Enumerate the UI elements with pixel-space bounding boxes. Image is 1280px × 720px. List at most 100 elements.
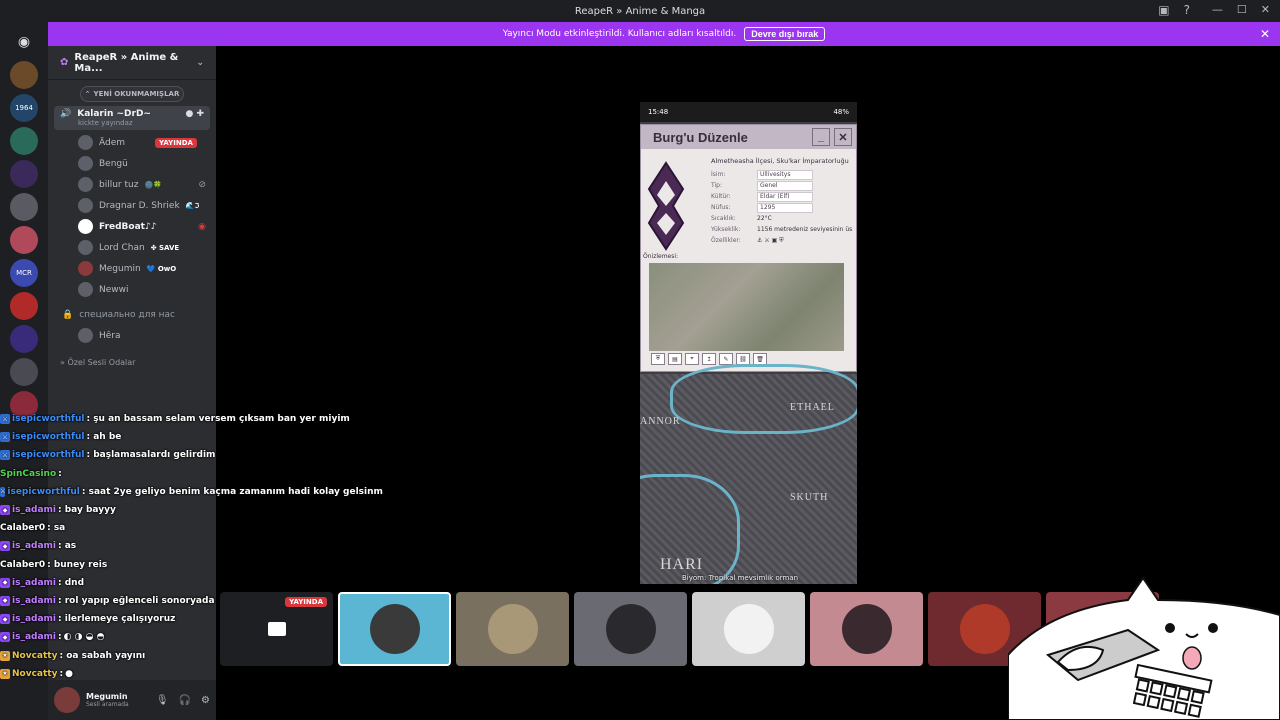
banner-message: Yayıncı Modu etkinleştirildi. Kullanıcı …: [502, 29, 737, 39]
burg-location: Almetheasha İlçesi, Sku'kar İmparatorluğ…: [711, 157, 849, 165]
phone-battery: 48%: [833, 108, 849, 116]
new-unreads-pill[interactable]: ⌃ YENİ OKUNMAMIŞLAR: [80, 86, 184, 102]
minimize-dialog-button[interactable]: _: [812, 128, 830, 146]
server-icon[interactable]: [10, 325, 38, 353]
fantasy-map[interactable]: ANNOR ETHAEL SKUTH HARI Biyom: Tropikal …: [640, 364, 857, 584]
chat-message: SpinCasino:: [0, 465, 380, 483]
chat-text: :: [58, 468, 62, 479]
pin-icon[interactable]: ↥: [702, 353, 716, 365]
close-window-button[interactable]: ✕: [1261, 3, 1270, 16]
new-unreads-label: YENİ OKUNMAMIŞLAR: [93, 90, 180, 98]
biome-caption: Biyom: Tropikal mevsimlik orman: [682, 574, 799, 582]
headphones-icon[interactable]: 🎧: [179, 695, 191, 706]
book-icon[interactable]: ▤: [668, 353, 682, 365]
chat-badge-icon: ◆: [0, 614, 10, 625]
window-title: ReapeR » Anime & Manga: [574, 5, 706, 17]
help-icon[interactable]: ?: [1184, 3, 1190, 17]
chat-badge-icon: ◆: [0, 632, 10, 643]
disable-streamer-mode-button[interactable]: Devre dışı bırak: [744, 27, 826, 41]
server-icon[interactable]: [10, 292, 38, 320]
discord-home-icon[interactable]: ◉: [10, 28, 38, 56]
participant-tile[interactable]: [456, 592, 569, 666]
field-label: Sıcaklık:: [711, 215, 736, 223]
type-select[interactable]: Genel: [757, 181, 813, 191]
avatar: [78, 177, 93, 192]
preview-label: Önizlemesi:: [643, 253, 679, 260]
culture-select[interactable]: Eldar (Elf): [757, 192, 813, 202]
chat-message: ◆ is_adami: ilerlemeye çalışıyoruz: [0, 610, 380, 628]
maximize-button[interactable]: ☐: [1237, 3, 1247, 16]
chat-text: : bay bayyy: [58, 505, 116, 516]
burg-preview-image: [649, 263, 844, 351]
chat-badge-icon: ★: [0, 650, 10, 661]
member-name: Lord Chan: [99, 242, 145, 253]
close-banner-icon[interactable]: ✕: [1260, 27, 1270, 41]
chat-username: Novcatty: [12, 650, 58, 661]
chat-badge-icon: ◆: [0, 595, 10, 606]
close-dialog-button[interactable]: ✕: [834, 128, 852, 146]
locked-voice-channel[interactable]: 🔒 специально для нас: [48, 304, 216, 325]
participant-tile[interactable]: [692, 592, 805, 666]
title-bar: ReapeR » Anime & Manga ▣ ? — ☐ ✕: [0, 0, 1280, 22]
voice-member[interactable]: Dragnar D. Shriek 🌊ℑ: [48, 195, 216, 216]
server-icon[interactable]: [10, 160, 38, 188]
avatar: [78, 156, 93, 171]
server-icon[interactable]: 1964: [10, 94, 38, 122]
server-icon[interactable]: [10, 358, 38, 386]
population-input[interactable]: 1295: [757, 203, 813, 213]
avatar: [841, 604, 892, 654]
voice-member[interactable]: Newwi: [48, 279, 216, 300]
voice-member[interactable]: Lord Chan ✤ SAVE: [48, 237, 216, 258]
chat-text: : oa sabah yayını: [59, 650, 146, 661]
map-label: ETHAEL: [790, 402, 835, 413]
gear-icon[interactable]: ⚙: [201, 695, 210, 706]
member-name: Ädem: [99, 137, 126, 148]
shield-icon[interactable]: ⛨: [651, 353, 665, 365]
participant-tile[interactable]: [574, 592, 687, 666]
inbox-icon[interactable]: ▣: [1158, 3, 1169, 17]
member-tag: 🌊ℑ: [185, 201, 200, 210]
speaker-icon: 🔊: [60, 109, 72, 119]
chat-username: is_adami: [12, 614, 56, 625]
participant-tile[interactable]: [810, 592, 923, 666]
chevron-down-icon: ⌄: [196, 57, 204, 68]
user-avatar[interactable]: [54, 687, 80, 713]
avatar: [959, 604, 1010, 654]
minimize-button[interactable]: —: [1212, 3, 1223, 16]
voice-member[interactable]: Ädem YAYINDA: [48, 132, 216, 153]
server-header[interactable]: ✿ ReapeR » Anime & Ma... ⌄: [48, 46, 216, 80]
voice-member[interactable]: billur tuz 🌚🍀 ⊘: [48, 174, 216, 195]
voice-member[interactable]: Bengü: [48, 153, 216, 174]
chat-text: : saat 2ye geliyo benim kaçma zamanım ha…: [81, 486, 383, 497]
avatar: [78, 328, 93, 343]
server-icon[interactable]: [10, 61, 38, 89]
chat-message: ◆ is_adami: as: [0, 537, 380, 555]
server-icon[interactable]: [10, 127, 38, 155]
field-row: Kültür: Eldar (Elf): [711, 191, 856, 202]
features-icons[interactable]: ⚓ ⚔ ▣ ⛨: [757, 237, 784, 245]
chat-text: :: [59, 668, 64, 679]
microphone-icon[interactable]: 🎙: [156, 695, 169, 706]
category-header[interactable]: » Özel Sesli Odalar: [48, 352, 216, 372]
chat-message: ⚔ isepicworthful: başlamasalardı gelirdim: [0, 446, 380, 464]
member-name: billur tuz: [99, 179, 139, 190]
name-input[interactable]: Ullivesitys: [757, 170, 813, 180]
voice-member[interactable]: Megumin 💙 OwO: [48, 258, 216, 279]
burg-emblem-icon: [647, 161, 685, 251]
member-name: Bengü: [99, 158, 128, 169]
voice-member[interactable]: FredBoat♪♪ ◉: [48, 216, 216, 237]
chat-badge-icon: ★: [0, 668, 10, 679]
target-icon[interactable]: ⌖: [685, 353, 699, 365]
voice-channel-active[interactable]: 🔊 Kalarin ~DrD~ ● ✚ kickte yayındaz: [54, 106, 210, 130]
shared-phone-screen: 15:48 48% Burg'u Düzenle _ ✕ Almetheasha…: [640, 102, 857, 584]
member-name: Newwi: [99, 284, 129, 295]
voice-member[interactable]: Hêra: [48, 325, 216, 346]
field-row: Nüfus: 1295: [711, 202, 856, 213]
chat-and-invite-icons[interactable]: ● ✚: [185, 109, 204, 119]
server-icon[interactable]: [10, 193, 38, 221]
chat-username: isepicworthful: [12, 414, 85, 425]
server-icon[interactable]: MCR: [10, 259, 38, 287]
server-icon[interactable]: [10, 226, 38, 254]
chat-badge-icon: ◆: [0, 541, 10, 552]
edit-icon[interactable]: ✎: [719, 353, 733, 365]
